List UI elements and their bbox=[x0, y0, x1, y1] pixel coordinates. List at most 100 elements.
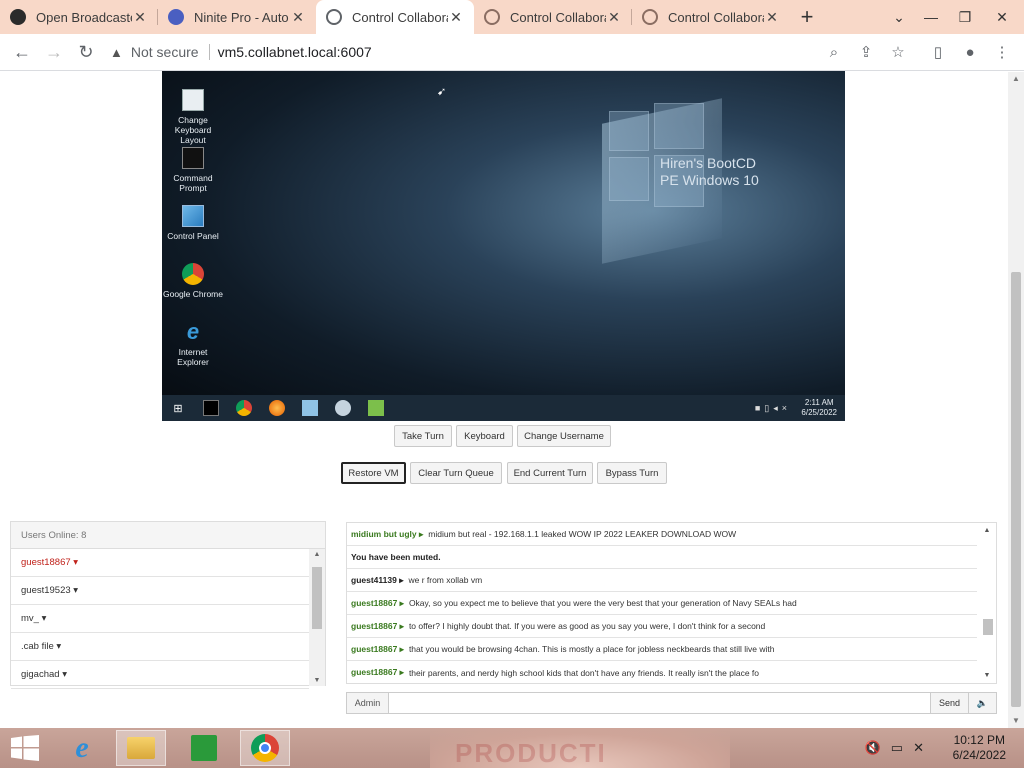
wallpaper-text: PRODUCTI bbox=[455, 738, 607, 768]
keyboard-icon bbox=[182, 89, 204, 111]
vm-clock[interactable]: 2:11 AM 6/25/2022 bbox=[801, 398, 837, 418]
tab-control-collabora-3[interactable]: Control Collabora ✕ bbox=[632, 0, 790, 34]
chat-username[interactable]: midium but ugly ▸ bbox=[351, 529, 423, 540]
close-icon[interactable]: ✕ bbox=[290, 9, 306, 26]
tab-ninite[interactable]: Ninite Pro - Auto ✕ bbox=[158, 0, 316, 34]
tab-title: Control Collabora bbox=[510, 9, 606, 25]
close-icon[interactable]: ✕ bbox=[764, 9, 780, 26]
chat-message: midium but ugly ▸ midium but real - 192.… bbox=[347, 523, 977, 546]
vm-brand-text: Hiren's BootCD PE Windows 10 bbox=[660, 155, 759, 188]
globe-icon bbox=[484, 9, 500, 25]
user-row[interactable]: guest19523 ▾ bbox=[11, 577, 309, 605]
vm-screen[interactable]: Hiren's BootCD PE Windows 10 Change Keyb… bbox=[162, 71, 845, 421]
user-row[interactable]: mv_ ▾ bbox=[11, 605, 309, 633]
tab-control-collabora-active[interactable]: Control Collabora ✕ bbox=[316, 0, 474, 34]
ie-icon: e bbox=[186, 319, 200, 344]
tab-title: Control Collabora bbox=[352, 9, 448, 25]
tab-search-icon[interactable]: ⌄ bbox=[884, 0, 914, 34]
chat-message: guest41139 ▸ we r from xollab vm bbox=[347, 569, 977, 592]
host-taskbar: PRODUCTI e 🔇▭✕ 10:12 PM 6/24/2022 bbox=[0, 728, 1024, 768]
sidepanel-icon[interactable]: ▯ bbox=[924, 38, 952, 66]
chrome-taskbar-icon[interactable] bbox=[240, 730, 290, 766]
users-scrollbar[interactable]: ▲ ▼ bbox=[309, 549, 325, 686]
window-close-button[interactable]: ✕ bbox=[982, 0, 1022, 34]
chat-input[interactable] bbox=[389, 692, 931, 714]
change-username-button[interactable]: Change Username bbox=[517, 425, 611, 447]
vm-notepad-icon[interactable] bbox=[368, 400, 384, 416]
security-label[interactable]: Not secure bbox=[131, 44, 199, 60]
desktop-icon-command-prompt[interactable]: Command Prompt bbox=[162, 147, 224, 193]
warning-icon[interactable]: ▲ bbox=[110, 45, 123, 60]
send-button[interactable]: Send bbox=[931, 692, 969, 714]
minimize-button[interactable]: — bbox=[914, 0, 948, 34]
vm-chrome-icon[interactable] bbox=[236, 400, 252, 416]
close-icon[interactable]: ✕ bbox=[606, 9, 622, 26]
vm-network-app-icon[interactable] bbox=[335, 400, 351, 416]
host-clock[interactable]: 10:12 PM 6/24/2022 bbox=[953, 733, 1006, 763]
vm-terminal-icon[interactable] bbox=[203, 400, 219, 416]
vm-app-icon[interactable] bbox=[302, 400, 318, 416]
admin-button[interactable]: Admin bbox=[346, 692, 389, 714]
chat-text: we r from xollab vm bbox=[408, 575, 483, 585]
url-text[interactable]: vm5.collabnet.local:6007 bbox=[218, 44, 372, 60]
host-tray-icons[interactable]: 🔇▭✕ bbox=[865, 740, 934, 756]
sound-icon[interactable]: 🔈 bbox=[969, 692, 997, 714]
star-icon[interactable]: ☆ bbox=[884, 38, 912, 66]
chat-text: midium but real - 192.168.1.1 leaked WOW… bbox=[428, 529, 737, 539]
new-tab-button[interactable]: + bbox=[790, 0, 824, 34]
file-explorer-icon[interactable] bbox=[116, 730, 166, 766]
windows-start-icon[interactable] bbox=[0, 730, 50, 766]
ie-taskbar-icon[interactable]: e bbox=[57, 730, 107, 766]
restore-button[interactable]: ❐ bbox=[948, 0, 982, 34]
keyboard-button[interactable]: Keyboard bbox=[456, 425, 513, 447]
chat-text: Okay, so you expect me to believe that y… bbox=[408, 598, 797, 608]
close-icon[interactable]: ✕ bbox=[132, 9, 148, 26]
forward-icon[interactable]: → bbox=[38, 36, 70, 68]
profile-icon[interactable]: ● bbox=[956, 38, 984, 66]
take-turn-button[interactable]: Take Turn bbox=[394, 425, 452, 447]
close-icon[interactable]: ✕ bbox=[448, 9, 464, 26]
chat-scrollbar[interactable]: ▲ ▼ bbox=[978, 523, 996, 683]
menu-icon[interactable]: ⋮ bbox=[988, 38, 1016, 66]
restore-vm-button[interactable]: Restore VM bbox=[341, 462, 406, 484]
chat-username[interactable]: guest41139 ▸ bbox=[351, 575, 403, 586]
desktop-icon-internet-explorer[interactable]: e Internet Explorer bbox=[162, 319, 224, 368]
vm-tray-icons[interactable]: ■▯◂× bbox=[755, 403, 791, 414]
chat-message: You have been muted. bbox=[347, 546, 977, 569]
desktop-icon-chrome[interactable]: Google Chrome bbox=[162, 263, 224, 299]
tab-strip: Open Broadcaster ✕ Ninite Pro - Auto ✕ C… bbox=[0, 0, 1024, 34]
chat-username[interactable]: guest18867 ▸ bbox=[351, 621, 404, 632]
zoom-icon[interactable]: ⌕ bbox=[820, 38, 848, 66]
address-bar[interactable]: ▲ Not secure vm5.collabnet.local:6007 bbox=[110, 38, 890, 66]
page-scrollbar[interactable]: ▲ ▼ bbox=[1008, 72, 1024, 728]
vm-start-icon[interactable]: ⊞ bbox=[170, 400, 186, 416]
tab-title: Control Collabora bbox=[668, 9, 764, 25]
back-icon[interactable]: ← bbox=[6, 36, 38, 68]
vm-taskbar: ⊞ ■▯◂× 2:11 AM 6/25/2022 bbox=[162, 395, 845, 421]
chat-username[interactable]: guest18867 ▸ bbox=[351, 667, 404, 678]
end-current-turn-button[interactable]: End Current Turn bbox=[507, 462, 593, 484]
chat-text: their parents, and nerdy high school kid… bbox=[408, 667, 759, 678]
tab-obs[interactable]: Open Broadcaster ✕ bbox=[0, 0, 158, 34]
chat-username[interactable]: guest18867 ▸ bbox=[351, 644, 404, 655]
chat-input-bar: Admin Send 🔈 bbox=[346, 692, 997, 714]
reload-icon[interactable]: ↻ bbox=[70, 36, 102, 68]
chat-message: guest18867 ▸ their parents, and nerdy hi… bbox=[347, 661, 977, 684]
share-icon[interactable]: ⇪ bbox=[852, 38, 880, 66]
bypass-turn-button[interactable]: Bypass Turn bbox=[597, 462, 667, 484]
tab-control-collabora-2[interactable]: Control Collabora ✕ bbox=[474, 0, 632, 34]
vm-firefox-icon[interactable] bbox=[269, 400, 285, 416]
chat-username[interactable]: guest18867 ▸ bbox=[351, 598, 404, 609]
chat-system-text: You have been muted. bbox=[351, 552, 441, 562]
chat-text: that you would be browsing 4chan. This i… bbox=[408, 644, 775, 654]
ninite-icon bbox=[168, 9, 184, 25]
store-icon[interactable] bbox=[179, 730, 229, 766]
chat-message: guest18867 ▸ Okay, so you expect me to b… bbox=[347, 592, 977, 615]
desktop-icon-control-panel[interactable]: Control Panel bbox=[162, 205, 224, 241]
clear-turn-queue-button[interactable]: Clear Turn Queue bbox=[410, 462, 502, 484]
user-row[interactable]: guest18867 ▾ bbox=[11, 549, 309, 577]
user-row[interactable]: .cab file ▾ bbox=[11, 633, 309, 661]
chat-message: guest18867 ▸ to offer? I highly doubt th… bbox=[347, 615, 977, 638]
desktop-icon-keyboard-layout[interactable]: Change Keyboard Layout bbox=[162, 89, 224, 145]
user-row[interactable]: gigachad ▾ bbox=[11, 661, 309, 689]
